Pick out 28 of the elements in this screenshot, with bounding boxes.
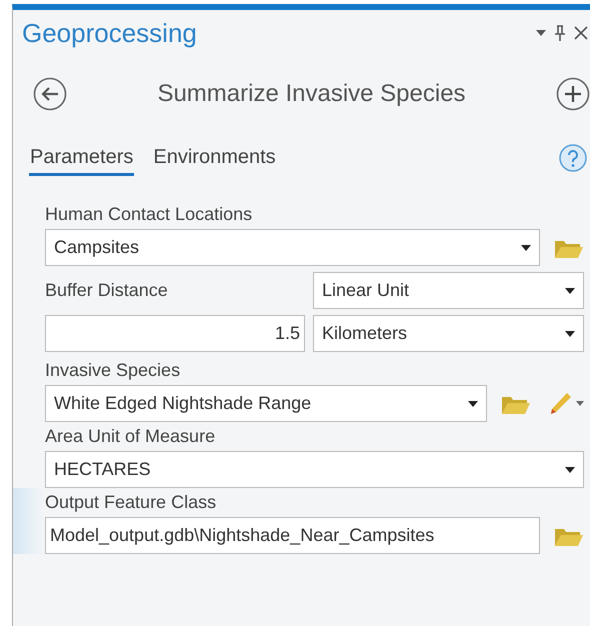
parameter-label: Invasive Species [45,359,182,382]
parameter-label: Output Feature Class [45,491,218,514]
caret-icon [521,244,531,250]
output-field[interactable]: Model_output.gdb\Nightshade_Near_Campsites [45,517,540,554]
parameter-label: Human Contact Locations [45,203,254,226]
dropdown[interactable]: HECTARES [45,451,584,488]
tool-title: Summarize Invasive Species [156,80,467,108]
number-field[interactable]: 1.5 [45,315,305,352]
add-icon[interactable] [556,77,590,111]
pane-title: Geoprocessing [22,18,198,48]
dropdown[interactable]: Kilometers [313,315,584,352]
caret-icon [468,400,478,406]
dropdown[interactable]: Linear Unit [313,272,584,309]
parameter-label: Area Unit of Measure [45,425,216,448]
pencil-icon[interactable] [549,390,584,416]
tab[interactable]: Parameters [29,140,134,176]
dropdown[interactable]: Campsites [45,229,540,266]
dropdown-arrow-icon[interactable] [536,30,546,36]
close-icon[interactable] [574,26,588,40]
caret-icon [565,288,575,294]
pin-icon[interactable] [554,25,566,41]
help-icon[interactable] [558,143,588,173]
dropdown[interactable]: White Edged Nightshade Range [45,385,487,422]
caret-icon [565,330,575,336]
parameter-label: Buffer Distance [45,280,169,301]
caret-icon [565,466,575,472]
back-icon[interactable] [33,77,67,111]
tab[interactable]: Environments [152,140,277,176]
